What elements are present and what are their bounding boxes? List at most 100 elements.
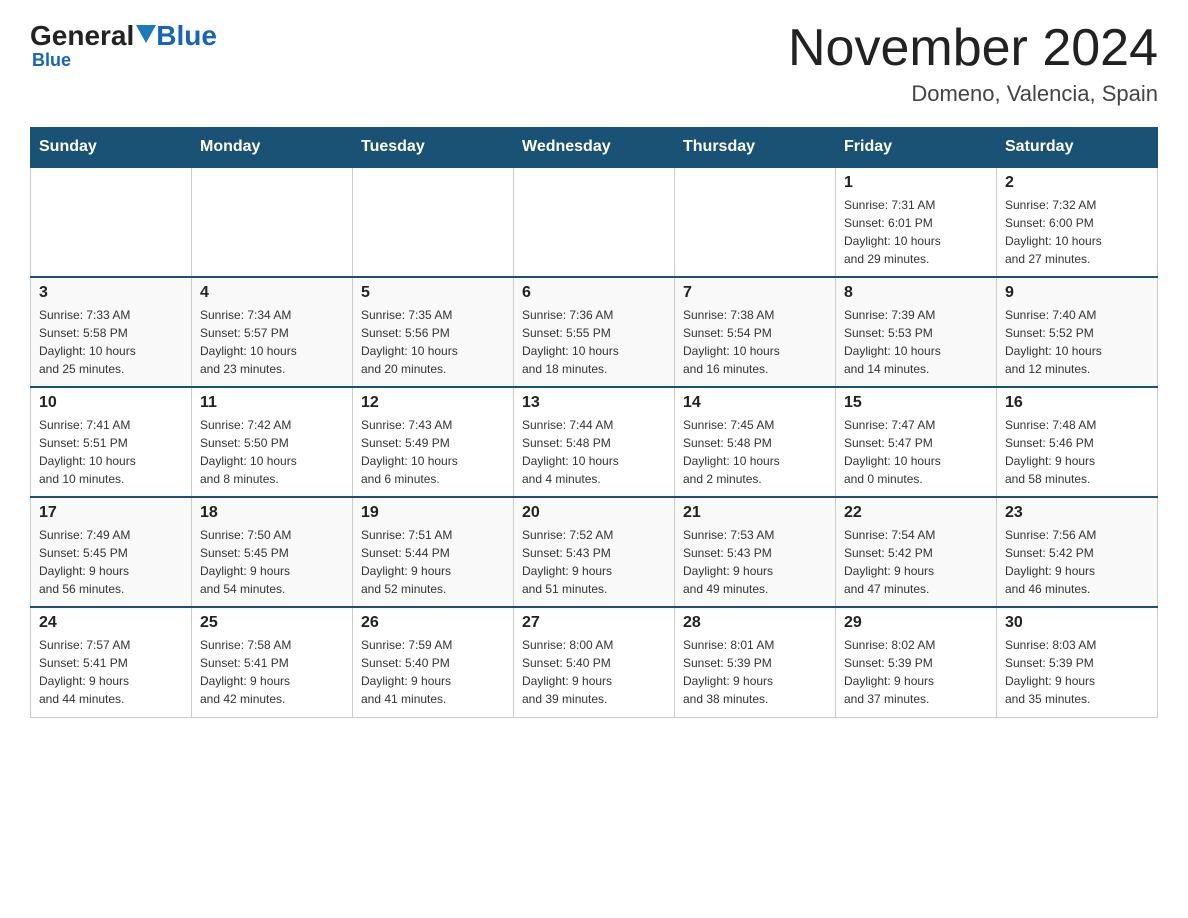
calendar-table: Sunday Monday Tuesday Wednesday Thursday… (30, 127, 1158, 718)
table-row: 17Sunrise: 7:49 AMSunset: 5:45 PMDayligh… (31, 497, 192, 607)
day-number: 15 (844, 394, 988, 412)
col-tuesday: Tuesday (353, 128, 514, 168)
col-friday: Friday (836, 128, 997, 168)
table-row: 19 Sunrise: 7:51 AMSunset: 5:44 PMDayligh… (353, 497, 514, 607)
table-row: 3Sunrise: 7:33 AMSunset: 5:58 PMDaylight… (31, 277, 192, 387)
day-number: 28 (683, 614, 827, 632)
table-row: 25 Sunrise: 7:58 AMSunset: 5:41 PMDayligh… (192, 607, 353, 717)
table-row: 14Sunrise: 7:45 AMSunset: 5:48 PMDayligh… (675, 387, 836, 497)
day-number: 29 (844, 614, 988, 632)
col-sunday: Sunday (31, 128, 192, 168)
table-row (514, 167, 675, 277)
day-info: Sunrise: 7:33 AMSunset: 5:58 PMDaylight:… (39, 306, 183, 378)
calendar-week-5: 24Sunrise: 7:57 AMSunset: 5:41 PMDayligh… (31, 607, 1158, 717)
day-info: Sunrise: 7:54 AMSunset: 5:42 PMDaylight:… (844, 526, 988, 598)
day-number: 1 (844, 174, 988, 192)
day-info: Sunrise: 7:39 AMSunset: 5:53 PMDaylight:… (844, 306, 988, 378)
day-number: 10 (39, 394, 183, 412)
table-row: 8 Sunrise: 7:39 AMSunset: 5:53 PMDaylight… (836, 277, 997, 387)
table-row: 9 Sunrise: 7:40 AMSunset: 5:52 PMDaylight… (997, 277, 1158, 387)
table-row: 26Sunrise: 7:59 AMSunset: 5:40 PMDayligh… (353, 607, 514, 717)
logo-text: General Blue (30, 20, 217, 52)
day-number: 4 (200, 284, 344, 302)
day-number: 2 (1005, 174, 1149, 192)
table-row (675, 167, 836, 277)
day-info: Sunrise: 7:36 AMSunset: 5:55 PMDaylight:… (522, 306, 666, 378)
day-number: 25 (200, 614, 344, 632)
table-row: 2Sunrise: 7:32 AMSunset: 6:00 PMDaylight… (997, 167, 1158, 277)
col-wednesday: Wednesday (514, 128, 675, 168)
day-number: 26 (361, 614, 505, 632)
table-row: 13Sunrise: 7:44 AMSunset: 5:48 PMDayligh… (514, 387, 675, 497)
table-row: 21Sunrise: 7:53 AMSunset: 5:43 PMDayligh… (675, 497, 836, 607)
day-info: Sunrise: 7:49 AMSunset: 5:45 PMDaylight:… (39, 526, 183, 598)
logo-general: General (30, 20, 134, 52)
day-info: Sunrise: 7:47 AMSunset: 5:47 PMDaylight:… (844, 416, 988, 488)
col-saturday: Saturday (997, 128, 1158, 168)
header: GeneralBlue Blue November 2024 Domeno, V… (30, 20, 1158, 107)
day-info: Sunrise: 7:57 AMSunset: 5:41 PMDaylight:… (39, 636, 183, 708)
day-number: 13 (522, 394, 666, 412)
logo-subtitle: Blue (32, 50, 217, 71)
table-row: 20 Sunrise: 7:52 AMSunset: 5:43 PMDayligh… (514, 497, 675, 607)
table-row: 27 Sunrise: 8:00 AMSunset: 5:40 PMDayligh… (514, 607, 675, 717)
table-row (192, 167, 353, 277)
table-row: 4Sunrise: 7:34 AMSunset: 5:57 PMDaylight… (192, 277, 353, 387)
table-row: 18 Sunrise: 7:50 AMSunset: 5:45 PMDayligh… (192, 497, 353, 607)
table-row: 28 Sunrise: 8:01 AMSunset: 5:39 PMDayligh… (675, 607, 836, 717)
day-number: 12 (361, 394, 505, 412)
day-info: Sunrise: 7:58 AMSunset: 5:41 PMDaylight:… (200, 636, 344, 708)
day-info: Sunrise: 8:00 AMSunset: 5:40 PMDaylight:… (522, 636, 666, 708)
day-info: Sunrise: 7:52 AMSunset: 5:43 PMDaylight:… (522, 526, 666, 598)
day-info: Sunrise: 8:01 AMSunset: 5:39 PMDaylight:… (683, 636, 827, 708)
page-title: November 2024 (788, 20, 1158, 77)
day-number: 6 (522, 284, 666, 302)
table-row: 16Sunrise: 7:48 AMSunset: 5:46 PMDayligh… (997, 387, 1158, 497)
day-info: Sunrise: 7:42 AMSunset: 5:50 PMDaylight:… (200, 416, 344, 488)
day-info: Sunrise: 7:43 AMSunset: 5:49 PMDaylight:… (361, 416, 505, 488)
table-row: 22 Sunrise: 7:54 AMSunset: 5:42 PMDayligh… (836, 497, 997, 607)
table-row: 10 Sunrise: 7:41 AMSunset: 5:51 PMDayligh… (31, 387, 192, 497)
day-info: Sunrise: 7:51 AMSunset: 5:44 PMDaylight:… (361, 526, 505, 598)
logo: GeneralBlue Blue (30, 20, 217, 71)
logo-blue: Blue (156, 20, 217, 52)
table-row: 29 Sunrise: 8:02 AMSunset: 5:39 PMDayligh… (836, 607, 997, 717)
day-number: 30 (1005, 614, 1149, 632)
table-row: 11 Sunrise: 7:42 AMSunset: 5:50 PMDayligh… (192, 387, 353, 497)
title-area: November 2024 Domeno, Valencia, Spain (788, 20, 1158, 107)
day-info: Sunrise: 7:56 AMSunset: 5:42 PMDaylight:… (1005, 526, 1149, 598)
table-row: 24Sunrise: 7:57 AMSunset: 5:41 PMDayligh… (31, 607, 192, 717)
table-row: 5Sunrise: 7:35 AMSunset: 5:56 PMDaylight… (353, 277, 514, 387)
day-number: 19 (361, 504, 505, 522)
day-number: 27 (522, 614, 666, 632)
day-info: Sunrise: 8:03 AMSunset: 5:39 PMDaylight:… (1005, 636, 1149, 708)
day-number: 16 (1005, 394, 1149, 412)
day-number: 20 (522, 504, 666, 522)
day-number: 5 (361, 284, 505, 302)
day-info: Sunrise: 7:41 AMSunset: 5:51 PMDaylight:… (39, 416, 183, 488)
table-row: 1Sunrise: 7:31 AMSunset: 6:01 PMDaylight… (836, 167, 997, 277)
calendar-header: Sunday Monday Tuesday Wednesday Thursday… (31, 128, 1158, 168)
day-number: 22 (844, 504, 988, 522)
table-row (31, 167, 192, 277)
calendar-week-1: 1Sunrise: 7:31 AMSunset: 6:01 PMDaylight… (31, 167, 1158, 277)
calendar-week-4: 17Sunrise: 7:49 AMSunset: 5:45 PMDayligh… (31, 497, 1158, 607)
table-row: 30 Sunrise: 8:03 AMSunset: 5:39 PMDayligh… (997, 607, 1158, 717)
table-row: 15 Sunrise: 7:47 AMSunset: 5:47 PMDayligh… (836, 387, 997, 497)
table-row: 6 Sunrise: 7:36 AMSunset: 5:55 PMDaylight… (514, 277, 675, 387)
day-info: Sunrise: 7:53 AMSunset: 5:43 PMDaylight:… (683, 526, 827, 598)
day-number: 8 (844, 284, 988, 302)
day-info: Sunrise: 7:50 AMSunset: 5:45 PMDaylight:… (200, 526, 344, 598)
day-number: 9 (1005, 284, 1149, 302)
col-monday: Monday (192, 128, 353, 168)
day-number: 7 (683, 284, 827, 302)
day-number: 18 (200, 504, 344, 522)
page-subtitle: Domeno, Valencia, Spain (788, 81, 1158, 107)
table-row: 23 Sunrise: 7:56 AMSunset: 5:42 PMDayligh… (997, 497, 1158, 607)
day-number: 23 (1005, 504, 1149, 522)
day-info: Sunrise: 8:02 AMSunset: 5:39 PMDaylight:… (844, 636, 988, 708)
calendar-week-3: 10 Sunrise: 7:41 AMSunset: 5:51 PMDayligh… (31, 387, 1158, 497)
day-number: 14 (683, 394, 827, 412)
day-info: Sunrise: 7:40 AMSunset: 5:52 PMDaylight:… (1005, 306, 1149, 378)
day-number: 11 (200, 394, 344, 412)
